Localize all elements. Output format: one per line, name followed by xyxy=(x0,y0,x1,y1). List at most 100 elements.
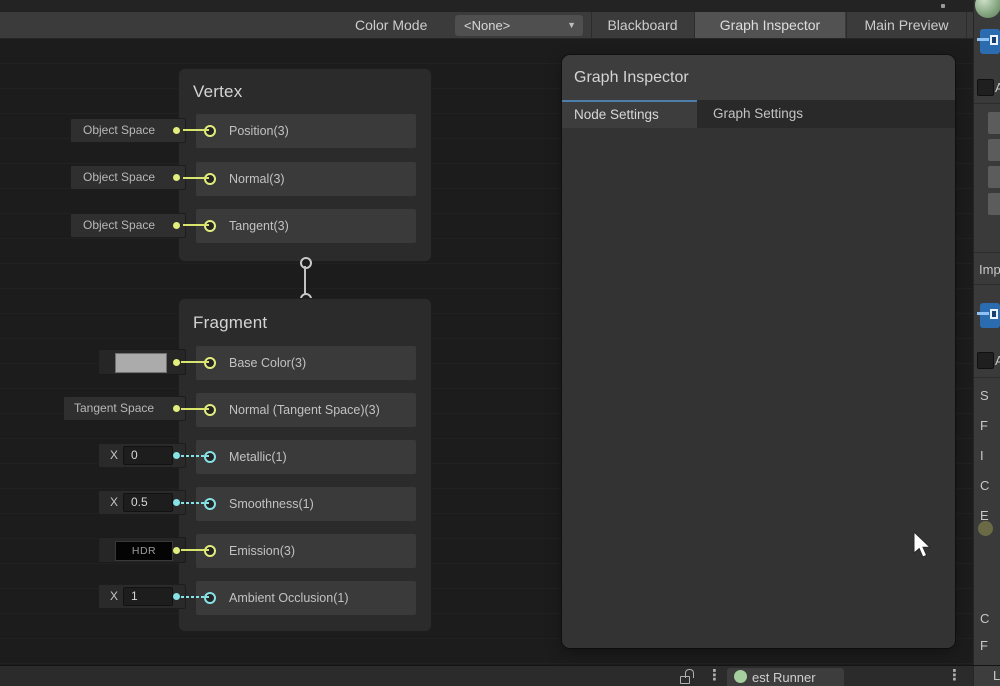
kebab-menu-icon[interactable]: ⋮ xyxy=(707,666,722,686)
vertex-node[interactable]: Vertex Position(3) Normal(3) Tangent(3) xyxy=(178,68,432,262)
port-wire xyxy=(181,549,209,551)
port-label: Normal(3) xyxy=(229,162,285,196)
main-preview-button[interactable]: Main Preview xyxy=(847,12,966,38)
divider xyxy=(974,284,1000,285)
stack-link-edge[interactable] xyxy=(304,266,306,294)
smoothness-port-row[interactable]: Smoothness(1) xyxy=(196,487,416,521)
mouse-cursor xyxy=(913,531,935,561)
color-mode-label: Color Mode xyxy=(355,12,427,38)
tab-graph-settings[interactable]: Graph Settings xyxy=(697,100,857,128)
port-wire xyxy=(181,502,209,504)
fragment-node[interactable]: Fragment Base Color(3) Normal (Tangent S… xyxy=(178,298,432,632)
clipped-label: L xyxy=(993,666,1000,686)
float-input[interactable]: 1 xyxy=(123,587,173,606)
material-preview-sphere-icon xyxy=(975,0,1000,18)
window-top-strip xyxy=(0,0,973,12)
base-color-port-row[interactable]: Base Color(3) xyxy=(196,346,416,380)
chevron-down-icon: ▼ xyxy=(567,15,576,36)
emission-port-row[interactable]: Emission(3) xyxy=(196,534,416,568)
clipped-label: C xyxy=(980,478,989,493)
port-label: Metallic(1) xyxy=(229,440,287,474)
normal-ts-port-row[interactable]: Normal (Tangent Space)(3) xyxy=(196,393,416,427)
port-label: Ambient Occlusion(1) xyxy=(229,581,349,615)
tab-node-settings[interactable]: Node Settings xyxy=(562,100,697,128)
emission-hdr-widget[interactable]: HDR xyxy=(98,537,186,563)
tangent-port-row[interactable]: Tangent(3) xyxy=(196,209,416,243)
port-connector-dot-icon xyxy=(173,127,180,134)
bottom-bar-right-segment: L xyxy=(973,666,1000,686)
field-prefix-label: X xyxy=(110,444,118,467)
input-port-icon[interactable] xyxy=(204,404,216,416)
port-connector-dot-icon xyxy=(173,452,180,459)
position-port-row[interactable]: Position(3) xyxy=(196,114,416,148)
port-label: Tangent(3) xyxy=(229,209,289,243)
input-port-icon[interactable] xyxy=(204,451,216,463)
dropdown-value: Object Space xyxy=(83,218,155,232)
inspector-field-button[interactable] xyxy=(988,193,1000,215)
input-port-icon[interactable] xyxy=(204,498,216,510)
normal-space-dropdown[interactable]: Object Space xyxy=(70,165,186,190)
blackboard-button[interactable]: Blackboard xyxy=(592,12,693,38)
color-mode-dropdown[interactable]: <None> ▼ xyxy=(455,15,583,36)
unity-inspector-clipped-panel: A Imp A S F I C E C F xyxy=(973,0,1000,665)
divider xyxy=(974,103,1000,104)
field-prefix-label: X xyxy=(110,491,118,514)
input-port-icon[interactable] xyxy=(204,357,216,369)
dropdown-value: Tangent Space xyxy=(74,401,154,415)
float-input[interactable]: 0.5 xyxy=(123,493,173,512)
input-port-icon[interactable] xyxy=(204,592,216,604)
divider xyxy=(974,377,1000,378)
dropdown-value: Object Space xyxy=(83,170,155,184)
test-runner-tab[interactable]: est Runner xyxy=(727,668,844,686)
position-space-dropdown[interactable]: Object Space xyxy=(70,118,186,143)
input-port-icon[interactable] xyxy=(204,125,216,137)
kebab-menu-icon[interactable]: ⋮ xyxy=(947,666,962,686)
ambient-occlusion-default-input[interactable]: X 1 xyxy=(98,584,186,609)
tab-label: Graph Settings xyxy=(713,106,803,121)
input-port-icon[interactable] xyxy=(204,220,216,232)
float-input[interactable]: 0 xyxy=(123,446,173,465)
clipped-label: A xyxy=(995,353,1000,368)
inspector-enabled-checkbox[interactable] xyxy=(977,79,994,96)
toolbar-divider xyxy=(966,12,967,38)
inspector-field-button[interactable] xyxy=(988,166,1000,188)
input-port-icon[interactable] xyxy=(204,173,216,185)
smoothness-default-input[interactable]: X 0.5 xyxy=(98,490,186,515)
normal-space-ts-dropdown[interactable]: Tangent Space xyxy=(63,396,186,421)
port-wire xyxy=(183,129,209,131)
graph-inspector-button[interactable]: Graph Inspector xyxy=(695,12,845,38)
divider xyxy=(974,252,1000,253)
tab-label: Node Settings xyxy=(574,107,659,122)
normal-port-row[interactable]: Normal(3) xyxy=(196,162,416,196)
status-tab-bar: ⋮ est Runner ⋮ L xyxy=(0,665,1000,686)
port-label: Base Color(3) xyxy=(229,346,306,380)
port-connector-dot-icon xyxy=(173,222,180,229)
port-wire xyxy=(181,361,209,363)
port-connector-dot-icon xyxy=(173,499,180,506)
clipped-label: A xyxy=(995,80,1000,95)
status-dot-icon xyxy=(734,670,747,683)
color-mode-value: <None> xyxy=(464,18,510,33)
inspector-field-button[interactable] xyxy=(988,112,1000,134)
inspector-field-button[interactable] xyxy=(988,139,1000,161)
port-label: Emission(3) xyxy=(229,534,295,568)
shader-graph-asset-icon xyxy=(980,29,1000,54)
inspector-enabled-checkbox[interactable] xyxy=(977,352,994,369)
stack-link-port-icon[interactable] xyxy=(300,257,312,269)
base-color-widget[interactable] xyxy=(98,349,186,375)
window-menu-dot-icon xyxy=(941,4,945,8)
metallic-port-row[interactable]: Metallic(1) xyxy=(196,440,416,474)
port-connector-dot-icon xyxy=(173,405,180,412)
hdr-color-swatch[interactable]: HDR xyxy=(115,541,173,561)
ambient-occlusion-port-row[interactable]: Ambient Occlusion(1) xyxy=(196,581,416,615)
port-label: Smoothness(1) xyxy=(229,487,314,521)
inspector-panel-title: Graph Inspector xyxy=(562,55,955,100)
unlock-icon[interactable] xyxy=(680,669,694,684)
port-label: Position(3) xyxy=(229,114,289,148)
input-port-icon[interactable] xyxy=(204,545,216,557)
clipped-label: F xyxy=(980,638,988,653)
tangent-space-dropdown[interactable]: Object Space xyxy=(70,213,186,238)
base-color-swatch[interactable] xyxy=(115,353,167,373)
shader-graph-asset-icon xyxy=(980,303,1000,328)
metallic-default-input[interactable]: X 0 xyxy=(98,443,186,468)
